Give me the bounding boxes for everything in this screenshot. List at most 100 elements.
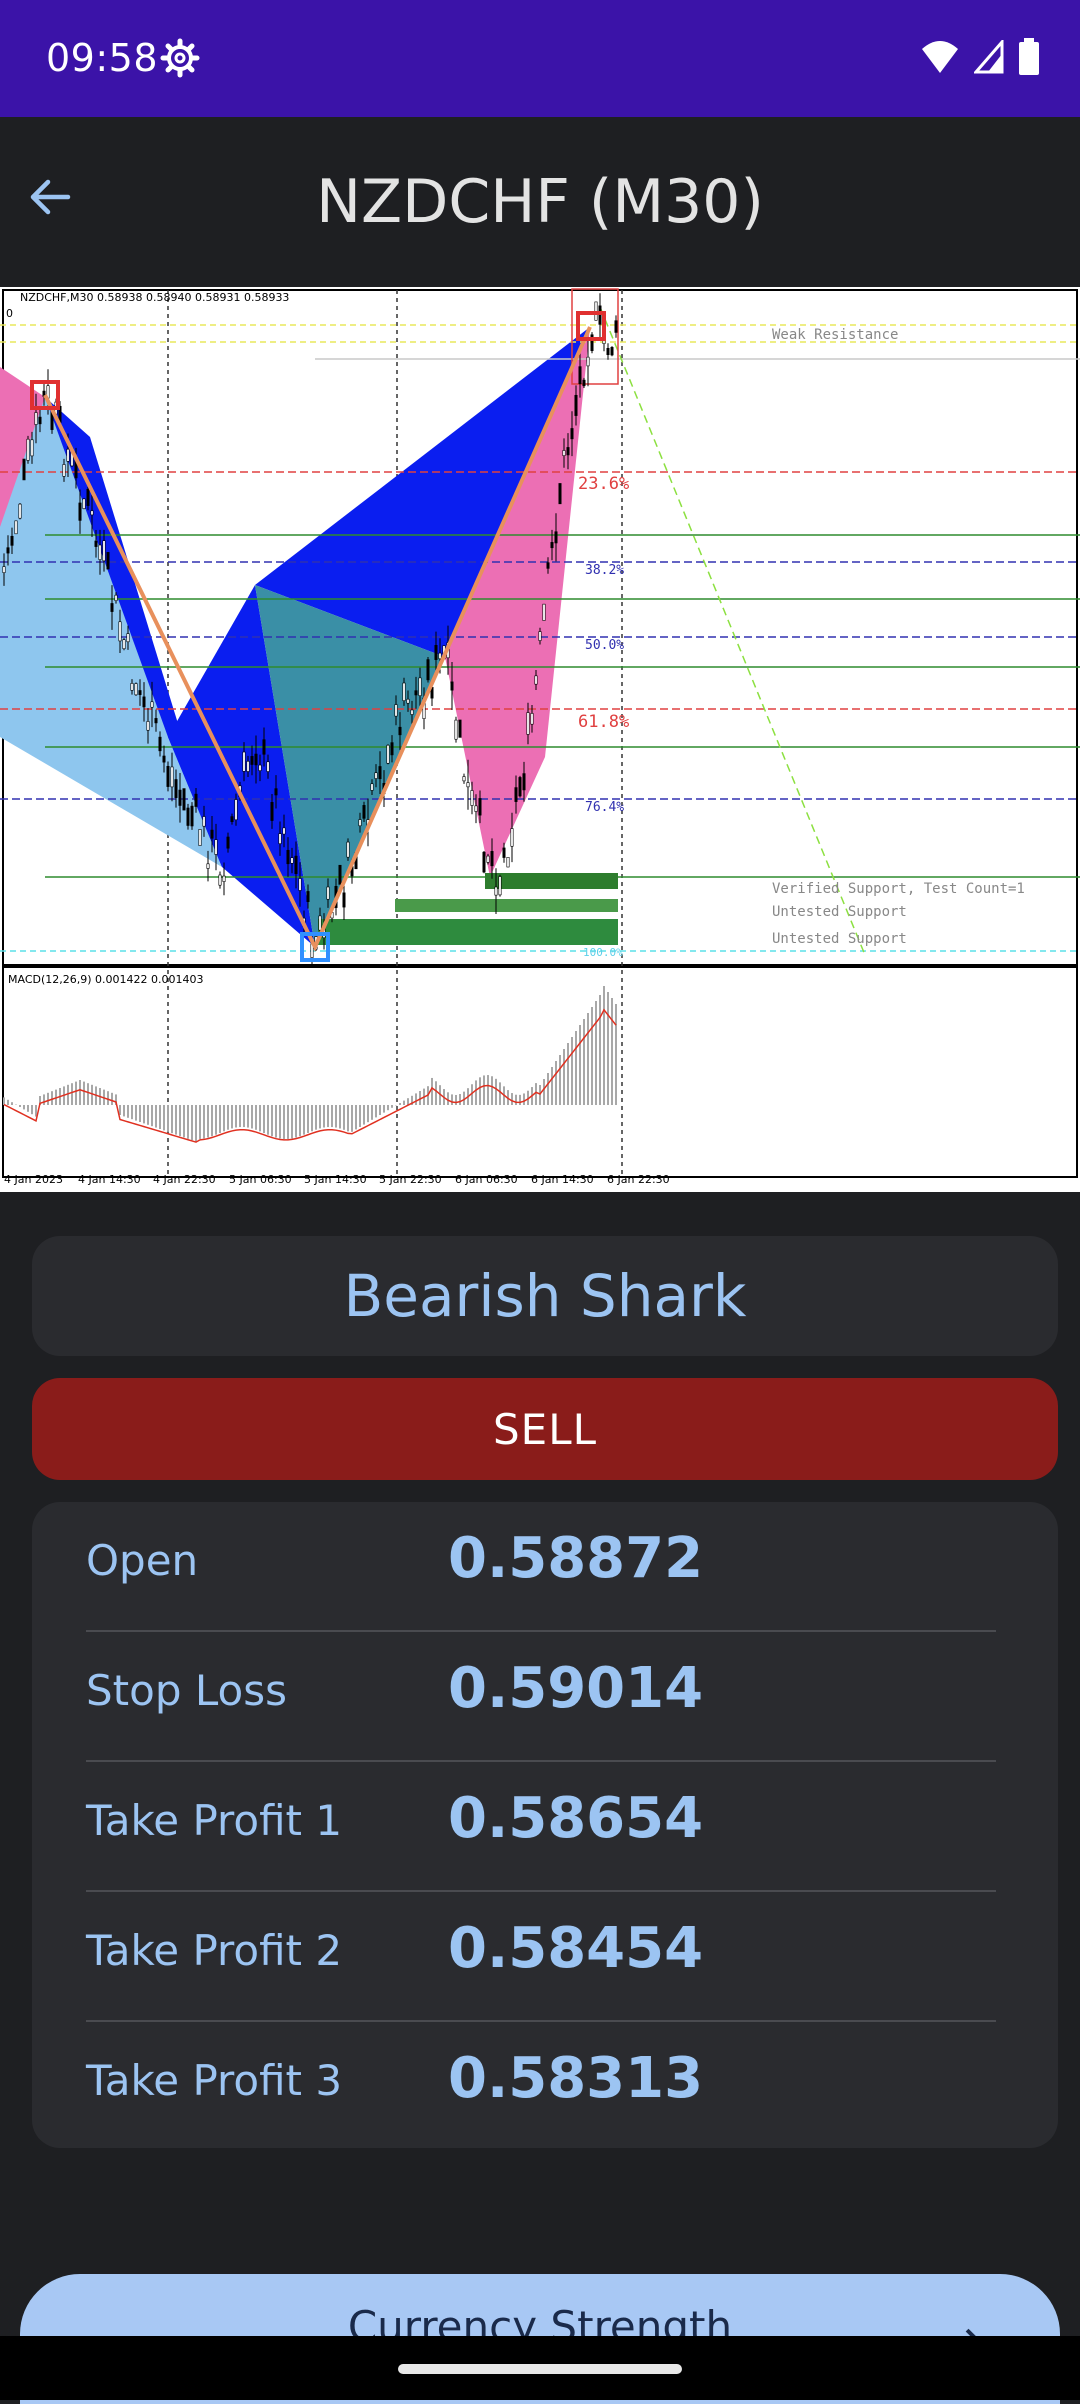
macd-bar	[391, 1105, 393, 1108]
candle-body	[207, 864, 209, 869]
candle-body	[127, 634, 129, 642]
candle-body	[35, 413, 37, 425]
candle-body	[427, 660, 429, 680]
macd-bar	[599, 995, 601, 1105]
macd-bar	[475, 1080, 477, 1105]
candle-body	[191, 806, 193, 826]
candle-body	[587, 357, 589, 366]
candle-body	[479, 798, 481, 815]
level-value: 0.58872	[448, 1526, 703, 1591]
macd-bar	[207, 1105, 209, 1138]
macd-bar	[263, 1105, 265, 1133]
candle-body	[203, 817, 205, 827]
candle-body	[159, 737, 161, 751]
candle-body	[363, 805, 365, 818]
time-label-7: 6 Jan 14:30	[531, 1173, 594, 1186]
macd-bar	[195, 1105, 197, 1142]
macd-bar	[163, 1105, 165, 1130]
candle-body	[79, 503, 81, 520]
macd-bar	[219, 1105, 221, 1133]
candle-body	[475, 806, 477, 812]
candle-body	[403, 683, 405, 701]
macd-bar	[23, 1105, 25, 1109]
level-row-take-profit-3: Take Profit 3 0.58313	[86, 2022, 996, 2152]
macd-bar	[331, 1105, 333, 1127]
candle-body	[411, 710, 413, 715]
macd-bar	[231, 1105, 233, 1128]
macd-bar	[183, 1105, 185, 1137]
candle-body	[327, 887, 329, 899]
candle-body	[215, 840, 217, 855]
zone-label-untested-support-1: Untested Support	[772, 904, 907, 920]
macd-bar	[71, 1083, 73, 1105]
macd-bar	[47, 1093, 49, 1105]
macd-bar	[259, 1105, 261, 1131]
macd-bar	[127, 1105, 129, 1118]
macd-bar	[555, 1061, 557, 1105]
level-label: Stop Loss	[86, 1666, 287, 1715]
candle-body	[387, 745, 389, 763]
candle-body	[563, 450, 565, 455]
candle-body	[551, 542, 553, 547]
signal-label: SELL	[493, 1405, 597, 1454]
macd-bar	[363, 1105, 365, 1125]
macd-bar	[279, 1105, 281, 1138]
macd-bar	[327, 1105, 329, 1127]
candle-body	[455, 720, 457, 739]
macd-bar	[539, 1085, 541, 1105]
candle-body	[299, 879, 301, 891]
candle-body	[559, 483, 561, 503]
candle-body	[227, 837, 229, 848]
macd-bar	[591, 1007, 593, 1105]
pattern-name: Bearish Shark	[344, 1262, 747, 1330]
home-gesture-handle[interactable]	[398, 2364, 682, 2374]
macd-bar	[567, 1043, 569, 1105]
status-bar: 09:58	[0, 0, 1080, 117]
macd-bar	[155, 1105, 157, 1128]
candle-body	[519, 777, 521, 796]
candle-body	[135, 684, 137, 695]
macd-bar	[543, 1079, 545, 1105]
candle-body	[115, 595, 117, 600]
sell-signal-button[interactable]: SELL	[32, 1378, 1058, 1480]
macd-bar	[479, 1077, 481, 1105]
macd-bar	[339, 1105, 341, 1129]
macd-bar	[27, 1105, 29, 1112]
macd-bar	[491, 1076, 493, 1105]
candle-body	[395, 705, 397, 717]
candle-body	[555, 532, 557, 543]
macd-bar	[251, 1105, 253, 1128]
candle-body	[419, 678, 421, 696]
macd-label: MACD(12,26,9) 0.001422 0.001403	[8, 973, 204, 986]
candle-body	[283, 828, 285, 834]
macd-bar	[607, 992, 609, 1105]
macd-bar	[171, 1105, 173, 1133]
candle-body	[147, 721, 149, 730]
candle-body	[547, 563, 549, 569]
candle-body	[107, 552, 109, 569]
candle-body	[175, 779, 177, 797]
macd-bar	[123, 1105, 125, 1116]
candle-body	[571, 428, 573, 438]
candle-body	[111, 603, 113, 611]
candle-body	[235, 800, 237, 820]
candle-body	[7, 548, 9, 553]
candle-body	[99, 545, 101, 560]
level-value: 0.58654	[448, 1786, 703, 1851]
level-row-take-profit-1: Take Profit 1 0.58654	[86, 1762, 996, 1892]
macd-bar	[583, 1019, 585, 1105]
macd-bar	[451, 1094, 453, 1105]
level-label: Take Profit 3	[86, 2056, 342, 2105]
macd-bar	[483, 1075, 485, 1105]
level-label: Take Profit 2	[86, 1926, 342, 1975]
macd-bar	[19, 1105, 21, 1107]
candle-body	[183, 789, 185, 811]
macd-bar	[611, 998, 613, 1105]
candle-body	[151, 702, 153, 707]
candle-body	[483, 852, 485, 872]
macd-bar	[587, 1013, 589, 1105]
macd-bar	[351, 1105, 353, 1132]
candle-body	[15, 521, 17, 534]
candle-body	[287, 850, 289, 863]
chart-zero-label: 0	[6, 307, 13, 320]
